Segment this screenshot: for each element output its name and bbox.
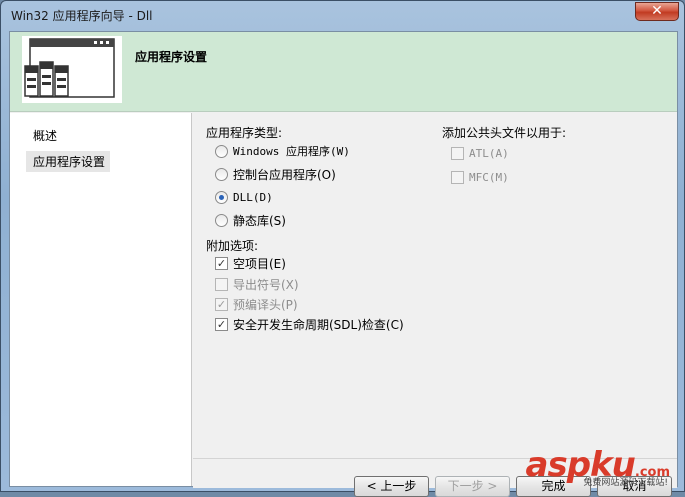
app-type-label: 应用程序类型:	[206, 126, 283, 140]
radio-windows-app[interactable]: Windows 应用程序(W)	[215, 143, 350, 159]
check-export-symbols: 导出符号(X)	[215, 276, 299, 292]
checkbox	[215, 277, 228, 291]
check-precompiled-header: ✓ 预编译头(P)	[215, 296, 298, 312]
check-atl: ATL(A)	[451, 145, 509, 161]
wizard-header: 应用程序设置	[10, 32, 677, 112]
prev-button[interactable]: < 上一步	[354, 476, 429, 497]
extra-options-label: 附加选项:	[206, 239, 259, 253]
watermark-subtitle: 免费网站源码下载站!	[583, 478, 668, 488]
checkbox: ✓	[215, 297, 228, 311]
common-headers-label: 添加公共头文件以用于:	[442, 126, 567, 140]
checkbox-label: 空项目(E)	[233, 256, 286, 271]
radio-button[interactable]	[215, 144, 228, 158]
check-mfc: MFC(M)	[451, 169, 509, 185]
wizard-nav: 概述 应用程序设置	[10, 113, 192, 486]
settings-panel: 应用程序类型: Windows 应用程序(W) 控制台应用程序(O) DLL(D…	[193, 113, 677, 497]
close-icon: ✕	[651, 3, 663, 19]
checkbox-label: 导出符号(X)	[233, 277, 299, 292]
radio-console-app[interactable]: 控制台应用程序(O)	[215, 166, 336, 182]
nav-item-label: 应用程序设置	[33, 155, 106, 169]
checkbox	[451, 170, 464, 184]
window-title: Win32 应用程序向导 - Dll	[11, 9, 153, 23]
nav-item-app-settings[interactable]: 应用程序设置	[26, 151, 111, 172]
wizard-client-area: 应用程序设置 概述 应用程序设置 应用程序类型: Windows 应用程序(W)…	[9, 31, 678, 497]
radio-button[interactable]	[215, 190, 228, 204]
radio-button[interactable]	[215, 167, 228, 181]
checkbox-label: ATL(A)	[469, 146, 509, 160]
title-bar[interactable]: Win32 应用程序向导 - Dll ✕	[1, 1, 684, 31]
checkbox	[451, 146, 464, 160]
next-button: 下一步 >	[435, 476, 510, 497]
wizard-banner-icon	[22, 36, 122, 103]
radio-label: Windows 应用程序(W)	[233, 145, 350, 158]
radio-label: 静态库(S)	[233, 213, 286, 228]
wizard-window: Win32 应用程序向导 - Dll ✕ 应用程序设置 概述 应用程序设置 应用…	[0, 0, 685, 497]
watermark-logo: aspku.com 免费网站源码下载站!	[526, 445, 670, 488]
radio-label: DLL(D)	[233, 190, 273, 204]
nav-item-label: 概述	[33, 129, 58, 143]
radio-label: 控制台应用程序(O)	[233, 167, 336, 182]
checkbox[interactable]: ✓	[215, 256, 228, 270]
nav-item-overview[interactable]: 概述	[26, 125, 62, 146]
close-button[interactable]: ✕	[635, 2, 679, 21]
check-empty-project[interactable]: ✓ 空项目(E)	[215, 255, 286, 271]
checkbox-label: 安全开发生命周期(SDL)检查(C)	[233, 317, 404, 332]
radio-static-lib[interactable]: 静态库(S)	[215, 212, 286, 228]
radio-button[interactable]	[215, 213, 228, 227]
check-sdl[interactable]: ✓ 安全开发生命周期(SDL)检查(C)	[215, 316, 404, 332]
checkbox-label: 预编译头(P)	[233, 297, 298, 312]
checkbox-label: MFC(M)	[469, 170, 509, 184]
radio-dll[interactable]: DLL(D)	[215, 189, 273, 205]
page-title: 应用程序设置	[135, 50, 208, 64]
checkbox[interactable]: ✓	[215, 317, 228, 331]
